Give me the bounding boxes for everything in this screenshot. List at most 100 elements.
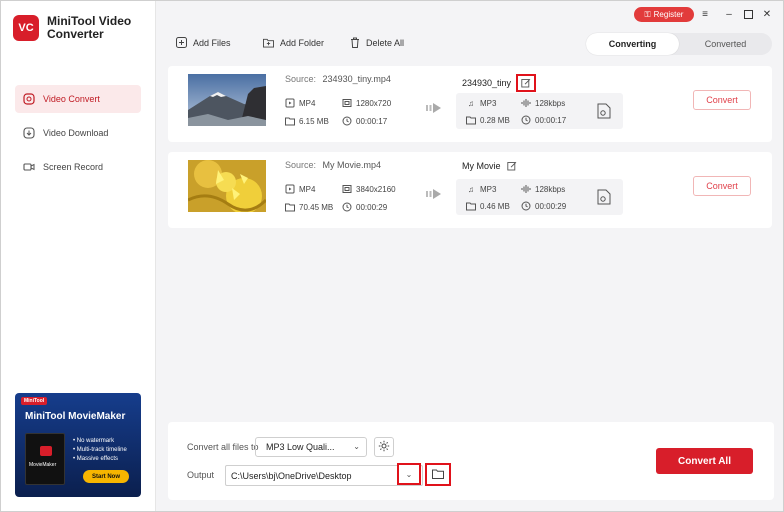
sidebar-item-video-download[interactable]: Video Download [15,119,141,147]
moviemaker-promo-banner[interactable]: MiniTool MiniTool MovieMaker MovieMaker … [15,393,141,497]
audio-bars-icon [521,98,531,108]
target-file-name: 234930_tiny [462,78,512,88]
resolution-icon [342,184,352,194]
convert-button[interactable]: Convert [693,90,751,110]
file-card: Source: My Movie.mp4 MP4 3840x2160 70.45… [168,152,772,228]
promo-feature: • No watermark [73,438,115,444]
target-file-name: My Movie [462,161,501,171]
output-format-select[interactable]: MP3 Low Quali... ⌄ [255,437,367,457]
target-size-value: 0.46 MB [480,201,510,211]
tab-converted[interactable]: Converted [679,33,772,55]
video-file-icon [285,184,295,194]
source-file-name: 234930_tiny.mp4 [322,74,391,84]
promo-feature: • Multi-track timeline [73,447,127,453]
clock-icon [342,116,352,126]
edit-name-icon[interactable] [516,74,537,92]
source-name: Source: My Movie.mp4 [285,160,381,170]
target-size: 0.46 MB [466,201,510,211]
audio-bars-icon [521,184,531,194]
source-name: Source: 234930_tiny.mp4 [285,74,391,84]
folder-icon [285,202,295,212]
sidebar-nav: Video Convert Video Download Screen Reco… [15,85,141,187]
tab-converting[interactable]: Converting [586,33,679,55]
target-duration-value: 00:00:17 [535,115,567,125]
size-value: 70.45 MB [299,202,334,212]
plus-icon [176,37,187,48]
open-folder-button[interactable] [425,463,451,486]
target-duration: 00:00:29 [521,201,566,211]
delete-all-label: Delete All [366,37,405,48]
start-now-button[interactable]: Start Now [83,470,129,483]
close-icon[interactable]: ✕ [760,7,774,21]
format-value: MP4 [299,184,316,194]
file-settings-icon[interactable] [597,189,611,205]
target-format: ♫ MP3 [466,98,496,108]
clock-icon [342,202,352,212]
source-format: MP4 [285,98,315,108]
target-format-value: MP3 [480,98,497,108]
menu-icon[interactable]: ≡ [698,7,712,21]
output-path-value: C:\Users\bj\OneDrive\Desktop [231,470,352,481]
video-thumbnail [188,74,266,126]
file-settings-icon[interactable] [597,103,611,119]
delete-all-button[interactable]: Delete All [349,37,404,48]
output-format-value: MP3 Low Quali... [266,442,335,452]
register-button[interactable]: ⚿ Register [634,7,694,22]
target-format: ♫ MP3 [466,184,496,194]
convert-all-button[interactable]: Convert All [656,448,753,474]
add-folder-button[interactable]: Add Folder [263,37,324,48]
product-box-label: MovieMaker [29,462,57,468]
output-path-dropdown[interactable]: ⌄ [397,463,421,485]
add-files-button[interactable]: Add Files [176,37,231,48]
format-settings-button[interactable] [374,437,394,457]
title-bar: ⚿ Register ≡ – ✕ [156,1,783,29]
sidebar-item-label: Video Convert [43,94,100,104]
status-tabs: Converting Converted [586,33,772,55]
convert-icon [23,93,35,105]
promo-badge: MiniTool [21,397,48,405]
sidebar-item-label: Screen Record [43,162,104,172]
convert-button[interactable]: Convert [693,176,751,196]
promo-feature: • Massive effects [73,456,119,462]
maximize-icon[interactable] [741,7,755,21]
convert-arrow-icon [426,188,442,200]
output-panel: Convert all files to MP3 Low Quali... ⌄ … [168,422,774,500]
main-panel: ⚿ Register ≡ – ✕ Add Files Add Folder De… [156,1,783,511]
download-icon [23,127,35,139]
target-name: 234930_tiny [462,74,537,92]
convert-all-to-label: Convert all files to [187,442,259,452]
output-path-field[interactable]: C:\Users\bj\OneDrive\Desktop [225,465,423,486]
register-label: Register [653,10,684,19]
target-settings: ♫ MP3 128kbps 0.28 MB 00:00:17 [456,93,623,129]
chevron-down-icon: ⌄ [353,442,360,451]
bitrate-value: 128kbps [535,98,566,108]
minimize-icon[interactable]: – [722,7,736,21]
clock-icon [521,115,531,125]
output-label: Output [187,470,215,480]
duration-value: 00:00:17 [356,116,388,126]
source-duration: 00:00:29 [342,202,387,212]
resolution-icon [342,98,352,108]
sidebar-item-screen-record[interactable]: Screen Record [15,153,141,181]
folder-icon [285,116,295,126]
edit-name-icon[interactable] [506,160,518,172]
folder-icon [466,201,476,211]
trash-icon [349,37,360,48]
sidebar-item-video-convert[interactable]: Video Convert [15,85,141,113]
brand: VC MiniTool Video Converter [13,15,137,41]
source-label: Source: [285,160,317,170]
folder-icon [432,469,444,481]
target-bitrate: 128kbps [521,184,565,194]
app-title-text: MiniTool Video Converter [47,14,132,41]
video-thumbnail [188,160,266,212]
file-card: Source: 234930_tiny.mp4 MP4 1280x720 6.1… [168,66,772,142]
bitrate-value: 128kbps [535,184,566,194]
add-files-label: Add Files [193,37,231,48]
target-duration: 00:00:17 [521,115,566,125]
source-label: Source: [285,74,317,84]
target-bitrate: 128kbps [521,98,565,108]
folder-icon [466,115,476,125]
music-icon: ♫ [468,184,474,194]
promo-title: MiniTool MovieMaker [25,411,126,422]
app-title: MiniTool Video Converter [47,15,137,41]
